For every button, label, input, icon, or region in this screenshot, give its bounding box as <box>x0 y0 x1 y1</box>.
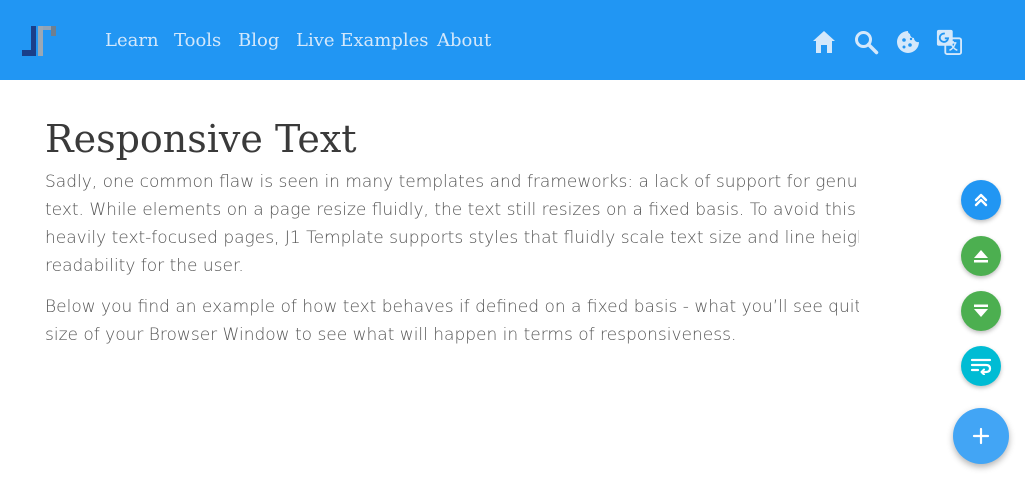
paragraph-line: Below you find an example of how text be… <box>45 297 859 317</box>
paragraph-line: size of your Browser Window to see what … <box>45 325 737 345</box>
nav-link-blog[interactable]: Blog <box>238 30 279 52</box>
j1-logo[interactable] <box>20 24 60 58</box>
eject-down-icon <box>974 304 988 317</box>
main-content: Responsive Text Sadly, one common flaw i… <box>45 110 859 410</box>
example-paragraph: Below you find an example of how text be… <box>45 293 859 349</box>
search-icon[interactable] <box>853 29 879 55</box>
eject-up-icon <box>974 250 988 263</box>
cookie-icon[interactable] <box>895 29 921 55</box>
paragraph-line: Sadly, one common flaw is seen in many t… <box>45 172 859 192</box>
scroll-to-top-button[interactable] <box>961 180 1001 220</box>
nav-link-live-examples[interactable]: Live Examples <box>296 30 429 52</box>
intro-paragraph: Sadly, one common flaw is seen in many t… <box>45 168 859 280</box>
nav-link-tools[interactable]: Tools <box>174 30 221 52</box>
home-icon[interactable] <box>811 29 837 55</box>
paragraph-line: text. While elements on a page resize fl… <box>45 200 859 220</box>
wrap-text-icon <box>970 358 992 375</box>
scroll-up-button[interactable] <box>961 236 1001 276</box>
double-chevron-up-icon <box>974 193 988 207</box>
navbar: Learn Tools Blog Live Examples About <box>0 0 1025 80</box>
translate-icon[interactable] <box>936 29 962 55</box>
nav-link-about[interactable]: About <box>437 30 491 52</box>
scroll-down-button[interactable] <box>961 291 1001 331</box>
text-wrap-button[interactable] <box>961 346 1001 386</box>
paragraph-line: readability for the user. <box>45 256 244 276</box>
page-title: Responsive Text <box>45 117 357 161</box>
speed-dial-button[interactable] <box>953 408 1009 464</box>
nav-link-learn[interactable]: Learn <box>105 30 159 52</box>
plus-icon <box>972 427 990 445</box>
paragraph-line: heavily text-focused pages, J1 Template … <box>45 228 859 248</box>
